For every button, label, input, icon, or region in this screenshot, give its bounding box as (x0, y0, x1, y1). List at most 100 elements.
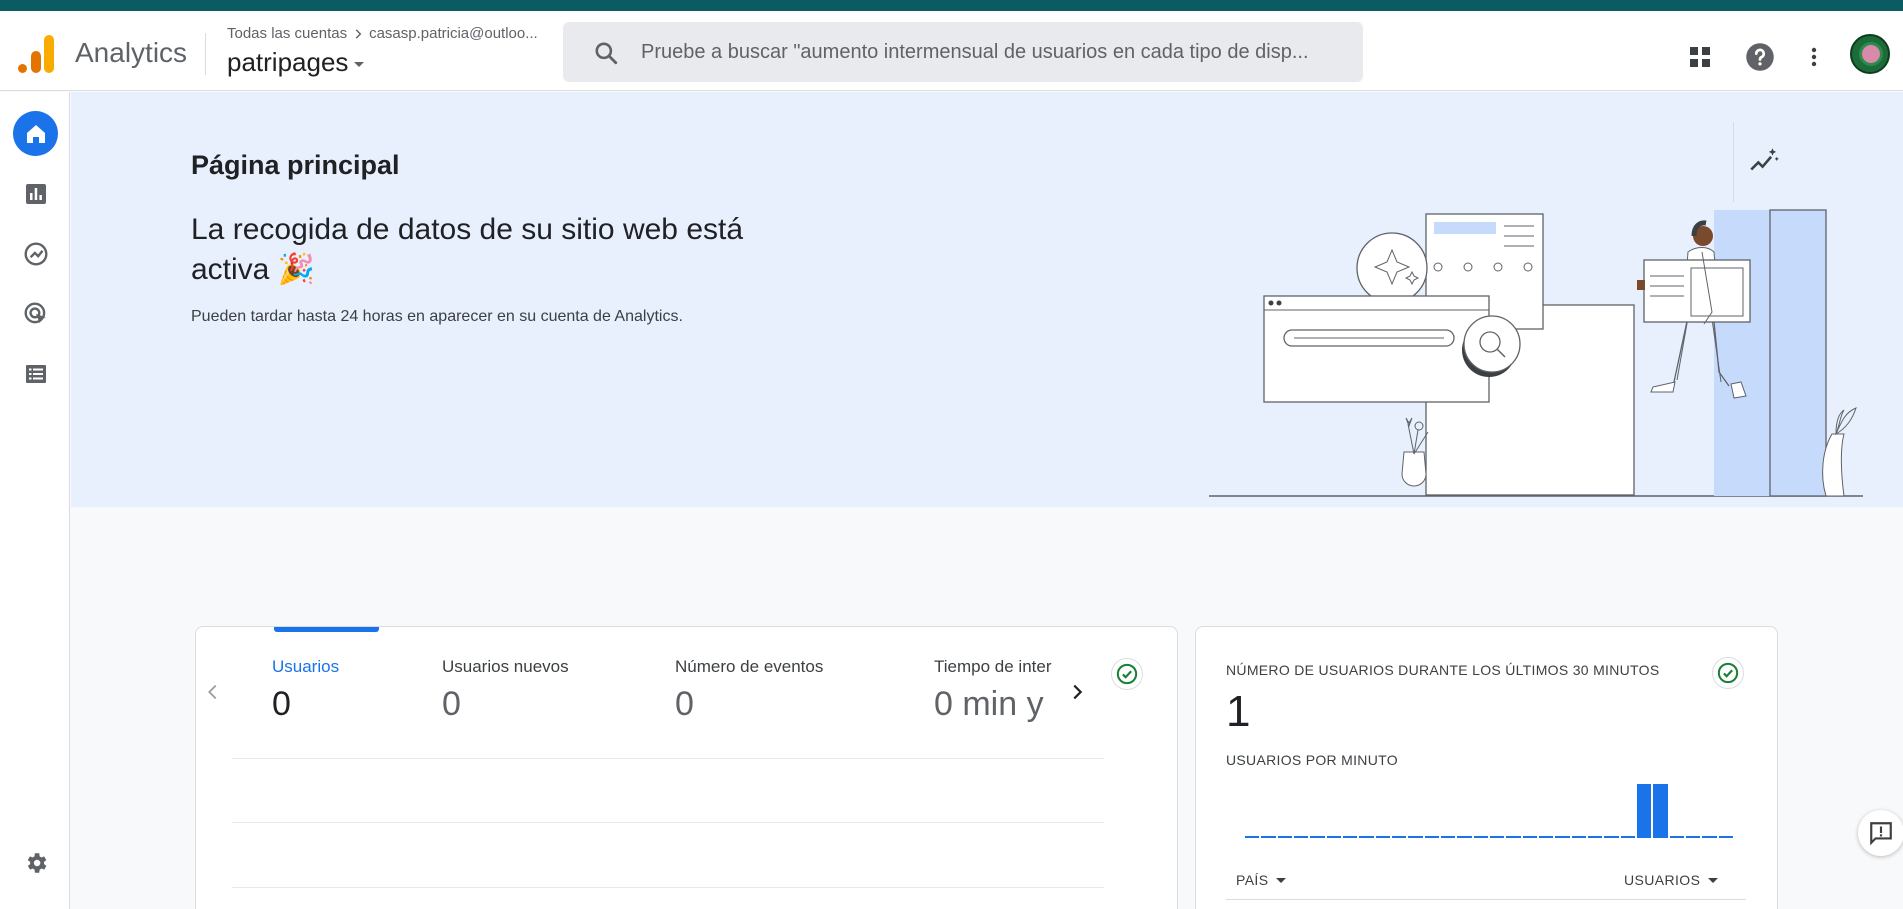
chevron-right-icon (355, 28, 362, 39)
metric-tab-numero-eventos[interactable]: Número de eventos 0 (675, 657, 895, 724)
explore-icon (24, 242, 47, 265)
nav-explore-icon[interactable] (13, 231, 58, 276)
users-per-minute-bar[interactable] (1539, 836, 1554, 838)
feedback-button[interactable] (1858, 810, 1903, 856)
data-collection-illustration (1209, 209, 1863, 497)
users-per-minute-bar[interactable] (1408, 836, 1423, 838)
realtime-users-card: NÚMERO DE USUARIOS DURANTE LOS ÚLTIMOS 3… (1195, 626, 1778, 909)
users-per-minute-bar[interactable] (1555, 836, 1570, 838)
data-quality-check-icon[interactable] (1111, 658, 1143, 690)
nav-configure-icon[interactable] (13, 351, 58, 396)
users-per-minute-bar[interactable] (1506, 836, 1521, 838)
metric-tab-tiempo-interaccion[interactable]: Tiempo de inter 0 min y (934, 657, 1059, 724)
next-metric-button[interactable] (1062, 677, 1092, 707)
analytics-logo-icon[interactable] (18, 33, 54, 73)
metric-value: 0 (272, 685, 291, 723)
users-per-minute-bar[interactable] (1473, 836, 1488, 838)
column-users-sort[interactable]: USUARIOS (1624, 872, 1719, 888)
page-title: Página principal (191, 150, 400, 180)
realtime-table-header: PAÍS USUARIOS (1226, 864, 1746, 900)
active-tab-indicator (274, 627, 379, 632)
users-per-minute-bar[interactable] (1294, 836, 1309, 838)
metric-value: 0 min y (934, 685, 1044, 723)
users-per-minute-bar[interactable] (1310, 836, 1325, 838)
breadcrumb[interactable]: Todas las cuentas casasp.patricia@outloo… (227, 25, 538, 42)
home-hero-banner: Página principal La recogida de datos de… (71, 92, 1903, 507)
realtime-user-count: 1 (1226, 687, 1251, 736)
users-per-minute-bar[interactable] (1326, 836, 1341, 838)
avatar[interactable] (1850, 34, 1890, 74)
reports-icon (25, 183, 46, 204)
home-icon (26, 124, 45, 143)
users-per-minute-bar[interactable] (1620, 836, 1635, 838)
users-per-minute-bar[interactable] (1686, 836, 1701, 838)
apps-grid-icon[interactable] (1682, 39, 1718, 75)
dropdown-caret-icon (1708, 877, 1719, 883)
users-per-minute-chart (1244, 782, 1734, 838)
users-per-minute-bar[interactable] (1359, 836, 1374, 838)
chart-gridline (232, 822, 1104, 823)
nav-home-icon[interactable] (13, 111, 58, 156)
users-per-minute-bar[interactable] (1604, 836, 1619, 838)
prev-metric-button[interactable] (198, 677, 228, 707)
column-country-label: PAÍS (1236, 872, 1269, 888)
data-collection-headline: La recogida de datos de su sitio web est… (191, 213, 744, 286)
realtime-check-icon[interactable] (1712, 657, 1744, 689)
overview-metrics-card: Usuarios 0 Usuarios nuevos 0 Número de e… (195, 626, 1178, 909)
search-bar[interactable] (563, 22, 1363, 82)
header-divider (205, 33, 206, 75)
search-icon (595, 42, 618, 65)
data-collection-subtext: Pueden tardar hasta 24 horas en aparecer… (191, 308, 683, 325)
advertising-icon (24, 302, 46, 323)
property-selector[interactable]: patripages (227, 47, 365, 78)
users-per-minute-bar[interactable] (1261, 836, 1276, 838)
help-icon[interactable] (1742, 39, 1778, 75)
top-color-strip (0, 0, 1903, 11)
settings-icon (27, 852, 46, 873)
chart-gridline (232, 887, 1104, 888)
users-per-minute-bar[interactable] (1392, 836, 1407, 838)
search-input[interactable] (641, 32, 1341, 72)
breadcrumb-root[interactable]: Todas las cuentas (227, 25, 347, 42)
nav-advertising-icon[interactable] (13, 291, 58, 336)
users-per-minute-bar[interactable] (1522, 836, 1537, 838)
users-per-minute-bar[interactable] (1424, 836, 1439, 838)
users-per-minute-bar[interactable] (1441, 836, 1456, 838)
users-per-minute-bar[interactable] (1277, 836, 1292, 838)
metric-label: Número de eventos (675, 657, 824, 676)
users-per-minute-bar[interactable] (1571, 836, 1586, 838)
dropdown-caret-icon (1276, 877, 1287, 883)
nav-settings-icon[interactable] (13, 840, 58, 885)
breadcrumb-account[interactable]: casasp.patricia@outloo... (369, 25, 538, 42)
users-per-minute-bar[interactable] (1653, 784, 1668, 838)
insights-icon[interactable] (1747, 144, 1783, 180)
metric-tab-usuarios-nuevos[interactable]: Usuarios nuevos 0 (442, 657, 642, 724)
users-per-minute-bar[interactable] (1669, 836, 1684, 838)
property-name: patripages (227, 47, 349, 77)
users-per-minute-bar[interactable] (1457, 836, 1472, 838)
users-per-minute-label: USUARIOS POR MINUTO (1226, 752, 1398, 768)
dropdown-caret-icon (354, 62, 365, 67)
users-per-minute-bar[interactable] (1343, 836, 1358, 838)
users-per-minute-bar[interactable] (1702, 836, 1717, 838)
left-nav (0, 92, 70, 909)
metric-label: Tiempo de inter (934, 657, 1052, 676)
insights-divider (1733, 122, 1734, 202)
chevron-right-icon (1073, 684, 1083, 700)
column-users-label: USUARIOS (1624, 872, 1701, 888)
metric-label: Usuarios nuevos (442, 657, 569, 676)
top-app-bar: Analytics Todas las cuentas casasp.patri… (0, 11, 1903, 91)
nav-reports-icon[interactable] (13, 171, 58, 216)
users-per-minute-bar[interactable] (1718, 836, 1733, 838)
users-per-minute-bar[interactable] (1375, 836, 1390, 838)
chevron-left-icon (208, 684, 217, 700)
configure-icon (25, 364, 46, 383)
users-per-minute-bar[interactable] (1637, 784, 1652, 838)
users-per-minute-bar[interactable] (1490, 836, 1505, 838)
metric-tab-usuarios[interactable]: Usuarios 0 (272, 657, 422, 724)
users-per-minute-bar[interactable] (1588, 836, 1603, 838)
column-country-sort[interactable]: PAÍS (1236, 872, 1287, 888)
more-vert-icon[interactable] (1796, 39, 1832, 75)
feedback-icon (1870, 822, 1892, 846)
users-per-minute-bar[interactable] (1245, 836, 1260, 838)
